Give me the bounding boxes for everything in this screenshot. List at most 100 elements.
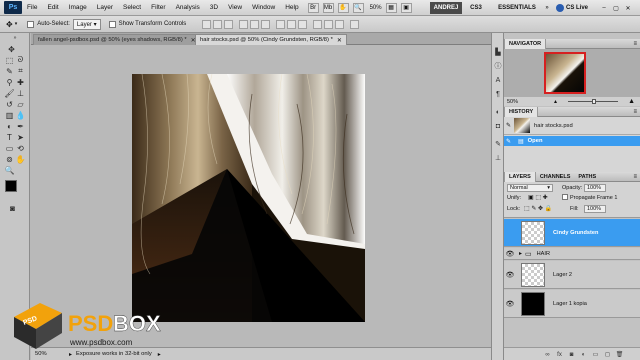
quick-mask-icon[interactable]: ◙ (7, 203, 18, 213)
layer-row[interactable]: 👁 Lager 2 (504, 261, 640, 289)
layer-row[interactable]: 👁 Lager 1 kopia (504, 290, 640, 318)
cs-live-button[interactable]: CS Live (553, 2, 591, 14)
blend-mode-dropdown[interactable]: Normal ▾ (507, 184, 553, 192)
history-snapshot-row[interactable]: ✎ hair stocks.psd (504, 117, 640, 135)
menu-image[interactable]: Image (64, 4, 92, 11)
brushes-panel-icon[interactable]: ✎ (493, 139, 503, 149)
auto-align-icon[interactable] (350, 19, 360, 29)
new-group-icon[interactable]: ▭ (592, 351, 599, 358)
align-hcenter-icon[interactable] (250, 19, 260, 29)
align-right-icon[interactable] (261, 19, 271, 29)
align-bottom-icon[interactable] (224, 19, 234, 29)
visibility-eye-icon[interactable]: 👁 (504, 250, 516, 258)
menu-filter[interactable]: Filter (146, 4, 170, 11)
zoom-tool-icon[interactable]: 🔍 (4, 165, 15, 175)
delete-layer-icon[interactable]: 🗑 (616, 351, 624, 358)
auto-select-dropdown[interactable]: Layer ▾ (72, 18, 101, 30)
adjustments-panel-icon[interactable]: ◐ (493, 107, 503, 117)
propagate-checkbox[interactable] (562, 194, 568, 200)
menu-view[interactable]: View (223, 4, 247, 11)
menu-help[interactable]: Help (280, 4, 303, 11)
history-step-row[interactable]: ✎ ▤ Open (504, 136, 640, 146)
history-brush-tool-icon[interactable]: ↺ (4, 99, 15, 109)
layers-menu-icon[interactable]: ≡ (633, 174, 637, 180)
align-vcenter-icon[interactable] (213, 19, 223, 29)
zoom-level[interactable]: 50% (370, 5, 382, 11)
lock-icons[interactable]: ⬚ ✎ ✥ 🔒 (524, 205, 552, 212)
tools-collapse-icon[interactable]: » (3, 35, 27, 41)
tab-history[interactable]: HISTORY (504, 106, 539, 117)
tab-fallen-angel[interactable]: fallen angel-psdbox.psd @ 50% (eyes shad… (33, 34, 201, 45)
workspace-more-icon[interactable]: » (543, 2, 551, 14)
tab-navigator[interactable]: NAVIGATOR (504, 38, 547, 49)
menu-edit[interactable]: Edit (42, 4, 63, 11)
layer-group-row[interactable]: 👁 ▸ ▭ HAIR (504, 248, 640, 260)
path-selection-tool-icon[interactable]: ➤ (15, 132, 26, 142)
auto-select-checkbox[interactable] (27, 20, 35, 28)
hand-tool-icon[interactable]: ✋ (15, 154, 26, 164)
close-icon[interactable]: ✕ (624, 2, 632, 14)
type-tool-icon[interactable]: T (4, 132, 15, 142)
pen-tool-icon[interactable]: ✒ (15, 121, 26, 131)
close-tab-icon[interactable]: ✕ (337, 37, 342, 44)
opacity-field[interactable]: 100% (584, 184, 606, 192)
distribute-bottom-icon[interactable] (298, 19, 308, 29)
brush-tool-icon[interactable]: 🖌 (4, 88, 15, 98)
layer-style-icon[interactable]: fx (556, 351, 563, 358)
arrange-documents-icon[interactable]: ▦ (385, 2, 397, 13)
tab-layers[interactable]: LAYERS (504, 171, 536, 182)
zoom-in-icon[interactable]: ▲ (628, 98, 635, 105)
minibridge-button[interactable]: Mb (322, 2, 334, 13)
minimize-icon[interactable]: – (600, 2, 608, 14)
distribute-hcenter-icon[interactable] (324, 19, 334, 29)
zoom-out-icon[interactable]: ▴ (554, 98, 557, 105)
move-tool-icon[interactable]: ✥ (6, 44, 17, 54)
menu-window[interactable]: Window (247, 4, 280, 11)
navigator-preview-area[interactable] (504, 49, 640, 97)
eraser-tool-icon[interactable]: ▱ (15, 99, 26, 109)
menu-analysis[interactable]: Analysis (171, 4, 205, 11)
document-canvas[interactable] (132, 74, 365, 322)
align-left-icon[interactable] (239, 19, 249, 29)
masks-panel-icon[interactable]: ◘ (493, 121, 503, 131)
clone-stamp-tool-icon[interactable]: ⊥ (15, 88, 26, 98)
history-step-source-icon[interactable]: ✎ (506, 138, 512, 145)
histogram-panel-icon[interactable]: ▙ (493, 47, 503, 57)
navigator-zoom-handle[interactable] (592, 99, 596, 104)
menu-file[interactable]: File (22, 4, 42, 11)
history-menu-icon[interactable]: ≡ (633, 109, 637, 115)
paragraph-panel-icon[interactable]: ¶ (493, 89, 503, 99)
quick-select-tool-icon[interactable]: ✎ (4, 66, 15, 76)
move-tool-icon[interactable]: ✥ (6, 20, 13, 29)
distribute-top-icon[interactable] (276, 19, 286, 29)
visibility-eye-icon[interactable]: 👁 (504, 300, 516, 308)
tab-paths[interactable]: PATHS (574, 172, 600, 182)
essentials-workspace-button[interactable]: ESSENTIALS (494, 2, 540, 14)
blur-tool-icon[interactable]: 💧 (15, 110, 26, 120)
menu-layer[interactable]: Layer (92, 4, 118, 11)
add-mask-icon[interactable]: ◙ (568, 351, 575, 358)
adjustment-layer-icon[interactable]: ◐ (580, 351, 587, 358)
align-top-icon[interactable] (202, 19, 212, 29)
distribute-right-icon[interactable] (335, 19, 345, 29)
navigator-thumbnail[interactable] (544, 52, 586, 94)
new-layer-icon[interactable]: ◻ (604, 351, 611, 358)
navigator-menu-icon[interactable]: ≡ (633, 41, 637, 47)
lasso-tool-icon[interactable]: ᘐ (15, 55, 26, 65)
zoom-view-icon[interactable]: 🔍 (352, 2, 364, 13)
tab-channels[interactable]: CHANNELS (536, 172, 575, 182)
menu-3d[interactable]: 3D (205, 4, 223, 11)
hand-view-icon[interactable]: ✋ (337, 2, 349, 13)
marquee-tool-icon[interactable]: ⬚ (4, 55, 15, 65)
cs3-workspace-button[interactable]: CS3 (466, 2, 486, 14)
foreground-color-swatch[interactable] (5, 180, 17, 192)
screen-mode-icon[interactable]: ▣ (400, 2, 412, 13)
spot-healing-tool-icon[interactable]: ✚ (15, 77, 26, 87)
shape-tool-icon[interactable]: ▭ (4, 143, 15, 153)
user-workspace-button[interactable]: ANDREJ (430, 2, 462, 14)
3d-orbit-tool-icon[interactable]: ⊚ (4, 154, 15, 164)
tab-hair-stocks[interactable]: hair stocks.psd @ 50% (Cindy Grundsten, … (195, 34, 347, 45)
expand-group-icon[interactable]: ▸ (519, 250, 522, 257)
navigator-zoom-value[interactable]: 50% (507, 99, 518, 105)
transform-controls-checkbox[interactable] (108, 20, 116, 28)
